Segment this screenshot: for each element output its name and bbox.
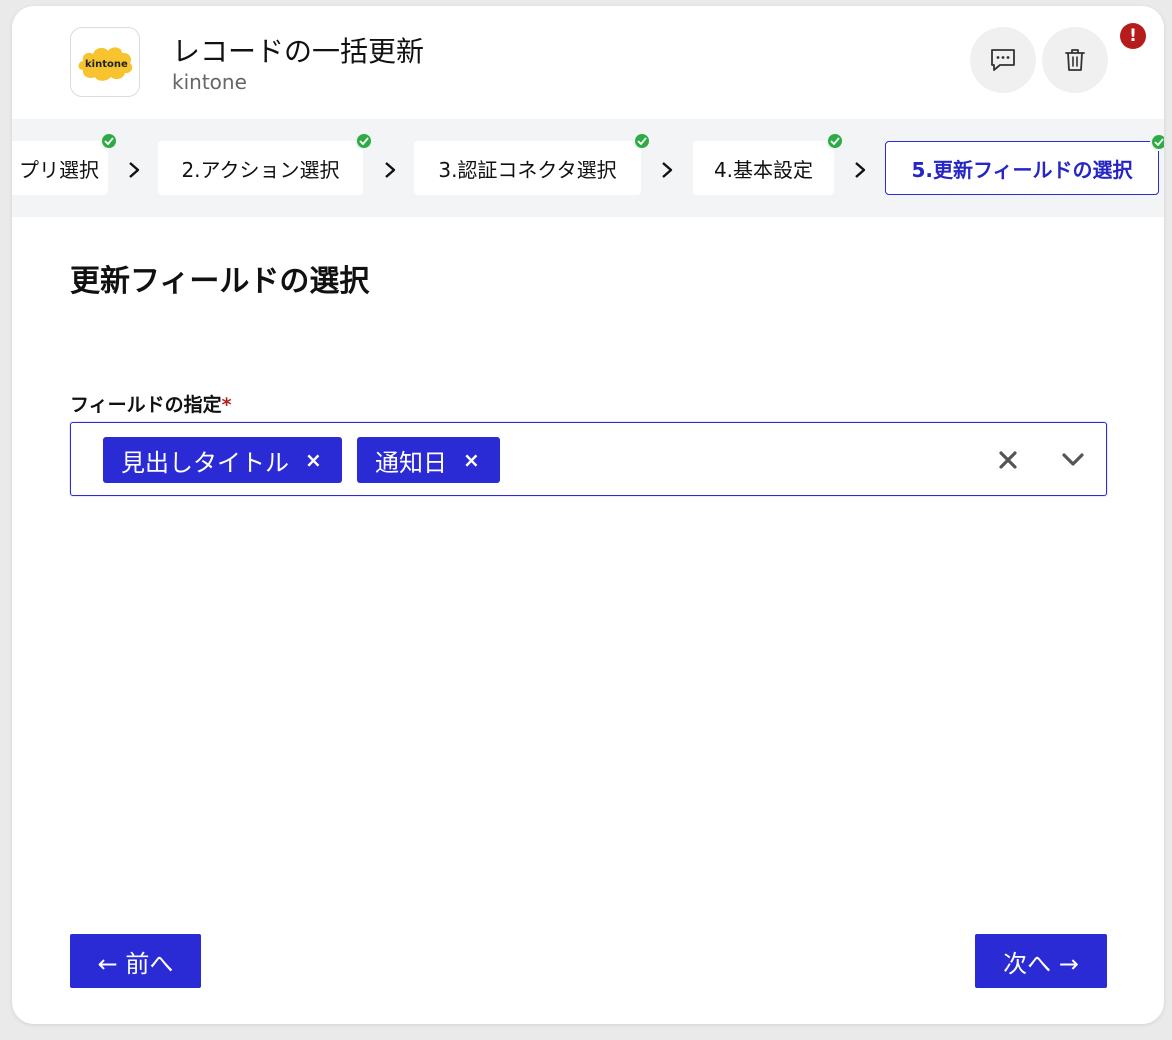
chip-remove-button[interactable]: × bbox=[463, 448, 480, 472]
step-label: 4.基本設定 bbox=[713, 157, 814, 182]
clear-icon[interactable] bbox=[997, 449, 1019, 471]
step-label: 2.アクション選択 bbox=[181, 157, 340, 182]
prev-button[interactable]: ← 前へ bbox=[70, 934, 201, 988]
check-icon bbox=[100, 132, 118, 150]
step-basic-settings[interactable]: 4.基本設定 bbox=[693, 132, 844, 195]
app-subtitle: kintone bbox=[172, 70, 247, 94]
comment-button[interactable] bbox=[970, 27, 1036, 93]
field-multi-select[interactable]: 見出しタイトル × 通知日 × bbox=[70, 422, 1107, 496]
dialog-card: kintone レコードの一括更新 kintone ! プリ選択 2.アクション… bbox=[12, 6, 1164, 1024]
field-label-text: フィールドの指定 bbox=[70, 394, 222, 416]
chevron-right-icon bbox=[385, 162, 396, 178]
chevron-right-icon bbox=[855, 162, 866, 178]
next-button[interactable]: 次へ → bbox=[975, 934, 1107, 988]
selected-field-chip: 見出しタイトル × bbox=[103, 437, 342, 483]
chevron-down-icon[interactable] bbox=[1061, 451, 1085, 469]
section-title: 更新フィールドの選択 bbox=[70, 264, 370, 299]
check-icon bbox=[633, 132, 651, 150]
step-update-field-select[interactable]: 5.更新フィールドの選択 bbox=[885, 133, 1164, 195]
comment-icon bbox=[991, 49, 1015, 71]
check-icon bbox=[1150, 133, 1164, 151]
step-app-select[interactable]: プリ選択 bbox=[12, 132, 118, 195]
step-label: プリ選択 bbox=[19, 157, 99, 182]
kintone-logo-text: kintone bbox=[85, 59, 128, 70]
kintone-logo-icon: kintone bbox=[78, 47, 133, 81]
step-action-select[interactable]: 2.アクション選択 bbox=[158, 132, 373, 195]
chevron-right-icon bbox=[662, 162, 673, 178]
chip-label: 通知日 bbox=[375, 448, 447, 477]
required-mark: * bbox=[221, 394, 232, 416]
kintone-logo: kintone bbox=[70, 27, 140, 97]
step-auth-connector-select[interactable]: 3.認証コネクタ選択 bbox=[414, 132, 651, 195]
app-title: レコードの一括更新 bbox=[172, 35, 425, 68]
field-label: フィールドの指定* bbox=[70, 390, 232, 417]
step-label: 3.認証コネクタ選択 bbox=[438, 157, 617, 182]
step-label: 5.更新フィールドの選択 bbox=[911, 157, 1133, 182]
chevron-right-icon bbox=[129, 162, 140, 178]
check-icon bbox=[355, 132, 373, 150]
delete-button[interactable] bbox=[1042, 27, 1108, 93]
trash-icon bbox=[1065, 49, 1085, 71]
alert-badge[interactable]: ! bbox=[1120, 23, 1146, 49]
steps-bar: プリ選択 2.アクション選択 3.認証コネクタ選択 4.基本設定 5.更新フィー… bbox=[12, 119, 1164, 217]
selected-field-chip: 通知日 × bbox=[357, 437, 500, 483]
chip-remove-button[interactable]: × bbox=[305, 448, 322, 472]
check-icon bbox=[826, 132, 844, 150]
chip-label: 見出しタイトル bbox=[121, 448, 289, 477]
